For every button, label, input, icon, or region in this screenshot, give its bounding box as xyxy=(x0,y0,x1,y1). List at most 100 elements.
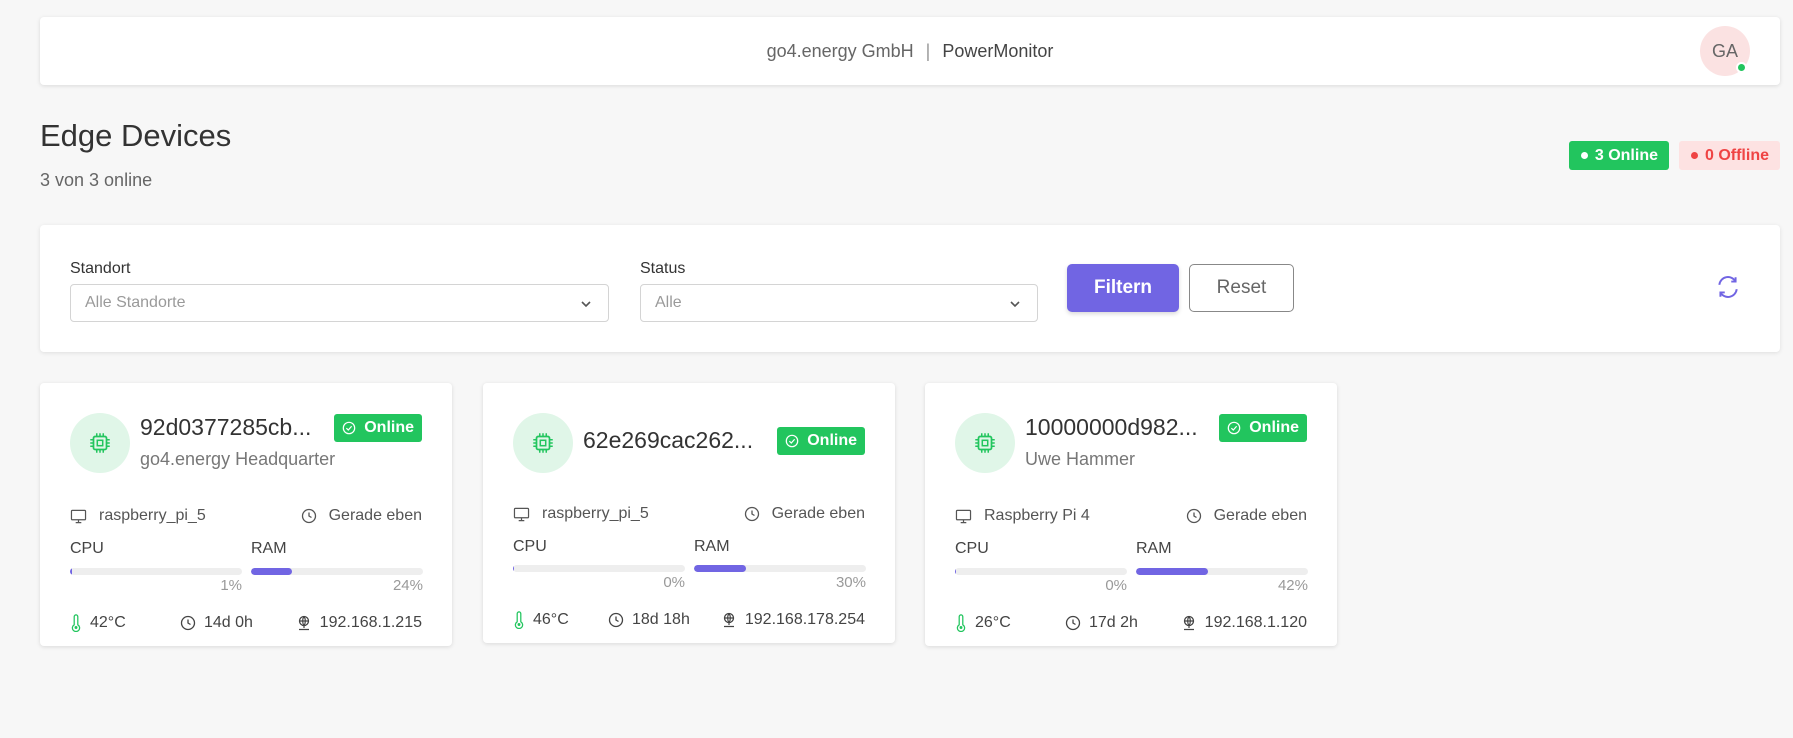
refresh-icon[interactable] xyxy=(1715,274,1741,300)
cpu-percent: 0% xyxy=(663,574,685,591)
status-label: Status xyxy=(640,260,686,277)
uptime-value: 14d 0h xyxy=(204,614,253,631)
offline-count-label: 0 Offline xyxy=(1704,146,1769,164)
clock-icon xyxy=(1186,508,1201,524)
ip-value: 192.168.1.215 xyxy=(319,614,422,631)
monitor-icon xyxy=(70,509,87,523)
ram-bar xyxy=(1136,568,1308,575)
network-icon xyxy=(723,612,735,628)
clock-icon xyxy=(301,508,316,524)
temperature: 42°C xyxy=(70,614,126,632)
avatar-initials: GA xyxy=(1711,40,1738,61)
cpu-label: CPU xyxy=(513,538,547,555)
cpu-bar-fill xyxy=(513,565,515,572)
last-seen-label: Gerade eben xyxy=(1213,507,1307,524)
device-model-label: Raspberry Pi 4 xyxy=(984,507,1090,524)
ip-address: 192.168.178.254 xyxy=(721,611,865,629)
reset-button[interactable]: Reset xyxy=(1189,264,1294,312)
cpu-bar-fill xyxy=(955,568,957,575)
cpu-label: CPU xyxy=(955,540,989,557)
page-subtitle: 3 von 3 online xyxy=(40,170,153,190)
thermometer-icon xyxy=(956,614,966,632)
offline-count-badge: 0 Offline xyxy=(1678,141,1780,170)
company-name: go4.energy GmbH xyxy=(766,40,914,61)
clock-icon xyxy=(608,612,624,628)
device-name: 92d0377285cb... xyxy=(140,414,312,440)
page-title: Edge Devices xyxy=(40,118,232,153)
ram-bar-fill xyxy=(1136,568,1209,575)
online-dot-icon xyxy=(1580,152,1588,159)
device-card[interactable]: 92d0377285cb... go4.energy Headquarter O… xyxy=(40,383,452,646)
uptime: 14d 0h xyxy=(180,614,253,632)
last-seen-label: Gerade eben xyxy=(771,505,865,522)
check-circle-icon xyxy=(342,421,356,435)
device-model-label: raspberry_pi_5 xyxy=(99,507,206,524)
location-label: Standort xyxy=(70,260,131,277)
thermometer-icon xyxy=(71,614,81,632)
device-model: Raspberry Pi 4 xyxy=(955,507,1090,525)
ip-value: 192.168.178.254 xyxy=(744,611,865,628)
device-card[interactable]: 62e269cac262... Online raspberry_pi_5 Ge… xyxy=(483,383,895,643)
cpu-bar-fill xyxy=(70,568,72,575)
ram-label: RAM xyxy=(251,540,287,557)
ram-label: RAM xyxy=(694,538,730,555)
user-avatar[interactable]: GA xyxy=(1700,26,1750,76)
network-icon xyxy=(1183,615,1194,631)
thermometer-icon xyxy=(514,611,524,629)
ram-bar-fill xyxy=(251,568,293,575)
offline-dot-icon xyxy=(1690,152,1698,159)
status-select[interactable]: Alle xyxy=(640,284,1038,322)
ip-address: 192.168.1.120 xyxy=(1181,614,1307,632)
status-badge: Online xyxy=(1219,414,1307,442)
last-seen: Gerade eben xyxy=(744,505,865,523)
status-badge: Online xyxy=(777,427,865,455)
ram-bar xyxy=(251,568,423,575)
filter-panel: Standort Alle Standorte Status Alle Filt… xyxy=(40,225,1780,352)
chip-icon xyxy=(70,413,130,473)
ip-value: 192.168.1.120 xyxy=(1204,614,1307,631)
ram-percent: 30% xyxy=(835,574,866,591)
clock-icon xyxy=(744,506,759,522)
filter-button[interactable]: Filtern xyxy=(1067,264,1179,312)
brand-separator: | xyxy=(925,40,931,61)
ram-percent: 24% xyxy=(392,577,423,594)
chip-icon xyxy=(513,413,573,473)
check-circle-icon xyxy=(785,434,799,448)
device-model: raspberry_pi_5 xyxy=(70,507,206,525)
location-select[interactable]: Alle Standorte xyxy=(70,284,609,322)
device-name: 10000000d982... xyxy=(1025,414,1198,440)
online-count-label: 3 Online xyxy=(1594,146,1658,164)
ram-bar xyxy=(694,565,866,572)
cpu-bar xyxy=(955,568,1127,575)
brand: go4.energy GmbH | PowerMonitor xyxy=(40,17,1780,85)
device-location: Uwe Hammer xyxy=(1025,449,1136,469)
ram-percent: 42% xyxy=(1277,577,1308,594)
ram-label: RAM xyxy=(1136,540,1172,557)
status-select-value: Alle xyxy=(655,294,682,311)
chevron-down-icon xyxy=(581,301,591,308)
clock-icon xyxy=(1065,615,1081,631)
ip-address: 192.168.1.215 xyxy=(296,614,422,632)
monitor-icon xyxy=(955,509,972,523)
status-label: Online xyxy=(364,419,414,436)
cpu-bar xyxy=(513,565,685,572)
temperature: 46°C xyxy=(513,611,569,629)
device-name: 62e269cac262... xyxy=(583,427,754,453)
temperature-value: 42°C xyxy=(90,614,126,631)
device-location: go4.energy Headquarter xyxy=(140,449,336,469)
top-bar: go4.energy GmbH | PowerMonitor GA xyxy=(40,17,1780,85)
device-model: raspberry_pi_5 xyxy=(513,505,649,523)
device-model-label: raspberry_pi_5 xyxy=(542,505,649,522)
last-seen-label: Gerade eben xyxy=(328,507,422,524)
uptime-value: 18d 18h xyxy=(632,611,690,628)
temperature-value: 26°C xyxy=(975,614,1011,631)
temperature-value: 46°C xyxy=(533,611,569,628)
chevron-down-icon xyxy=(1010,301,1020,308)
uptime-value: 17d 2h xyxy=(1089,614,1138,631)
location-select-value: Alle Standorte xyxy=(85,294,186,311)
cpu-percent: 1% xyxy=(220,577,242,594)
uptime: 17d 2h xyxy=(1065,614,1138,632)
cpu-bar xyxy=(70,568,242,575)
product-name: PowerMonitor xyxy=(942,40,1054,61)
device-card[interactable]: 10000000d982... Uwe Hammer Online Raspbe… xyxy=(925,383,1337,646)
